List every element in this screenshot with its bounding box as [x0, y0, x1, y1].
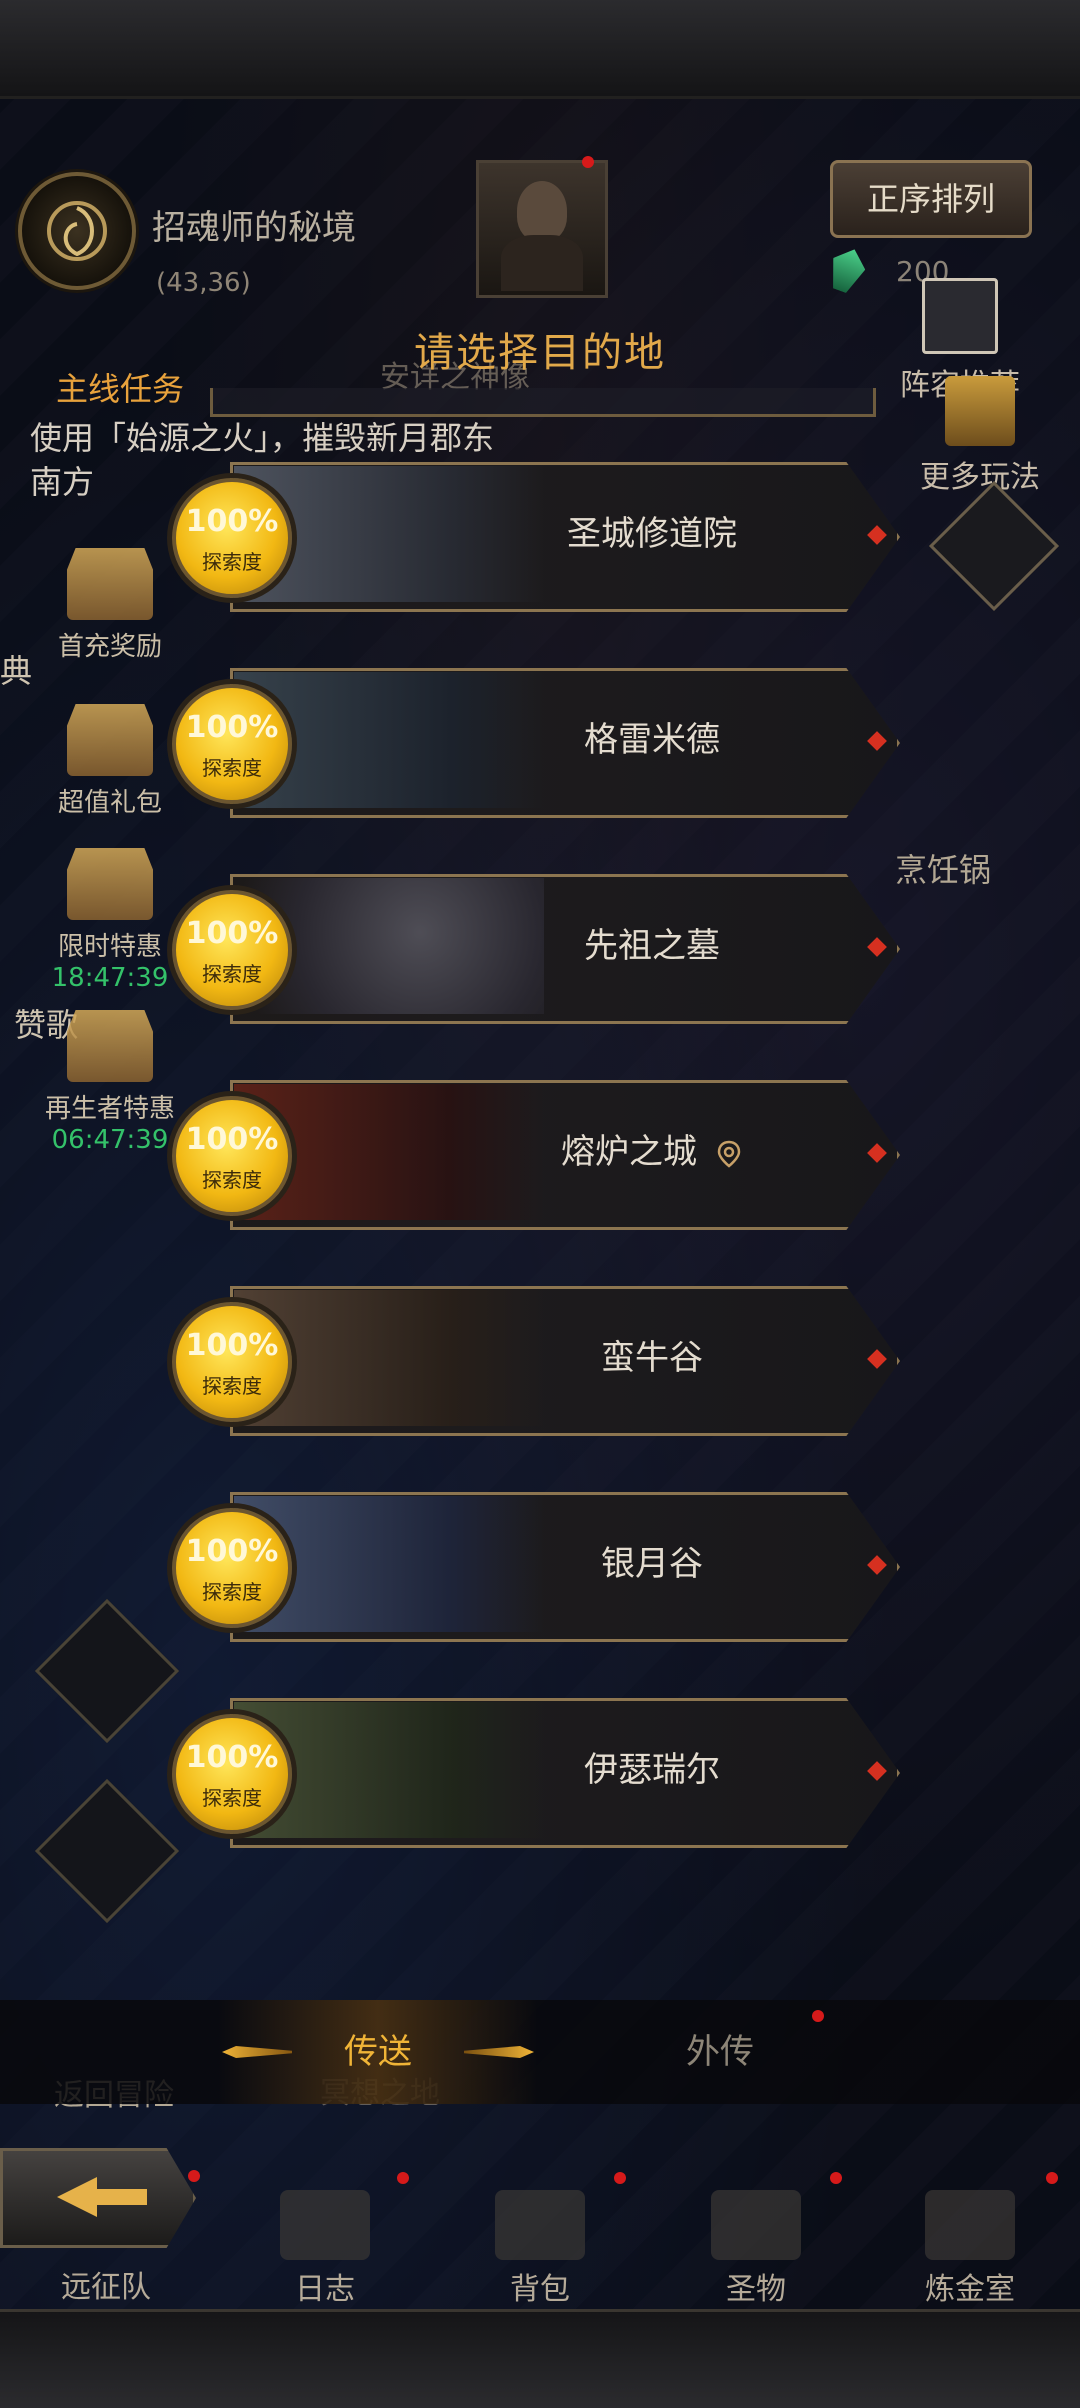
sort-order-button[interactable]: 正序排列: [830, 160, 1032, 238]
destination-name: 蛮牛谷: [601, 1338, 703, 1378]
limited-offer-button[interactable]: 限时特惠 18:47:39: [30, 848, 190, 993]
destination-item[interactable]: 格雷米德 100% 探索度: [172, 668, 900, 818]
relic-chalice-icon: [711, 2190, 801, 2260]
destination-name: 格雷米德: [584, 720, 720, 760]
dialog-tab-bar: 传送 外传: [0, 2000, 1080, 2104]
relic-notification-dot: [830, 2172, 842, 2184]
destination-item[interactable]: 银月谷 100% 探索度: [172, 1492, 900, 1642]
hero-portrait-avatar[interactable]: [476, 160, 608, 298]
exploration-percent: 100%: [185, 916, 279, 951]
journal-notification-dot: [397, 2172, 409, 2184]
location-pin-icon: [717, 1140, 741, 1168]
exploration-label: 探索度: [202, 1580, 262, 1604]
bottom-navigation: 远征队 日志 背包 圣物 炼金室: [0, 2150, 1080, 2310]
location-emblem-icon[interactable]: [18, 172, 136, 290]
exploration-badge: 100% 探索度: [172, 1714, 292, 1834]
exploration-badge: 100% 探索度: [172, 1096, 292, 1216]
limited-offer-timer: 18:47:39: [51, 963, 169, 993]
exploration-percent: 100%: [185, 1740, 279, 1775]
destination-name: 熔炉之城: [502, 1080, 802, 1224]
exploration-label: 探索度: [202, 550, 262, 574]
location-name: 招魂师的秘境: [152, 208, 356, 248]
nav-expedition[interactable]: 远征队: [6, 2262, 206, 2306]
exploration-badge: 100% 探索度: [172, 478, 292, 598]
more-play-label: 更多玩法: [920, 460, 1040, 495]
value-pack-button[interactable]: 超值礼包: [30, 704, 190, 819]
bottom-frame: [0, 2309, 1080, 2408]
nav-bag-label: 背包: [510, 2272, 570, 2307]
exploration-label: 探索度: [202, 1168, 262, 1192]
cooking-pot-label[interactable]: 烹饪锅: [895, 845, 991, 891]
exploration-percent: 100%: [185, 1328, 279, 1363]
reborn-offer-timer: 06:47:39: [51, 1125, 169, 1155]
alchemy-flask-icon: [925, 2190, 1015, 2260]
destination-item[interactable]: 先祖之墓 100% 探索度: [172, 874, 900, 1024]
nav-bag[interactable]: 背包: [440, 2190, 640, 2308]
exploration-badge: 100% 探索度: [172, 1302, 292, 1422]
reborn-offer-button[interactable]: 再生者特惠 06:47:39: [30, 1010, 190, 1155]
value-pack-label: 超值礼包: [57, 788, 162, 818]
exploration-percent: 100%: [185, 1122, 279, 1157]
main-quest-title[interactable]: 主线任务: [56, 364, 184, 410]
nav-journal-label: 日志: [295, 2272, 355, 2307]
top-frame: [0, 0, 1080, 99]
first-charge-button[interactable]: 首充奖励: [30, 548, 190, 663]
side-story-notification-dot: [812, 2010, 824, 2022]
nav-journal[interactable]: 日志: [225, 2190, 425, 2308]
destination-item[interactable]: 蛮牛谷 100% 探索度: [172, 1286, 900, 1436]
value-pack-icon: [67, 704, 153, 776]
bag-notification-dot: [614, 2172, 626, 2184]
destination-name: 银月谷: [601, 1544, 703, 1584]
bag-icon: [495, 2190, 585, 2260]
destination-item[interactable]: 熔炉之城 100% 探索度: [172, 1080, 900, 1230]
exploration-badge: 100% 探索度: [172, 890, 292, 1010]
gift-box-icon: [945, 376, 1015, 446]
exploration-badge: 100% 探索度: [172, 684, 292, 804]
reborn-offer-icon: [67, 1010, 153, 1082]
nav-alchemy[interactable]: 炼金室: [870, 2190, 1070, 2308]
destination-item[interactable]: 伊瑟瑞尔 100% 探索度: [172, 1698, 900, 1848]
nav-relic[interactable]: 圣物: [656, 2190, 856, 2308]
tab-side-story[interactable]: 外传: [600, 2000, 840, 2104]
exploration-percent: 100%: [185, 1534, 279, 1569]
exploration-percent: 100%: [185, 504, 279, 539]
exploration-badge: 100% 探索度: [172, 1508, 292, 1628]
exploration-label: 探索度: [202, 1374, 262, 1398]
alchemy-notification-dot: [1046, 2172, 1058, 2184]
more-play-button[interactable]: 更多玩法: [920, 376, 1040, 496]
destination-name: 圣城修道院: [567, 514, 737, 554]
nav-alchemy-label: 炼金室: [925, 2272, 1015, 2307]
exploration-percent: 100%: [185, 710, 279, 745]
destination-name: 伊瑟瑞尔: [584, 1750, 720, 1790]
reborn-offer-label: 再生者特惠: [44, 1094, 175, 1124]
nav-relic-label: 圣物: [726, 2272, 786, 2307]
journal-scroll-icon: [280, 2190, 370, 2260]
exploration-label: 探索度: [202, 962, 262, 986]
left-edge-text-1: 典: [0, 652, 33, 690]
nav-expedition-label: 远征队: [61, 2270, 151, 2305]
first-charge-label: 首充奖励: [57, 632, 162, 662]
portrait-notification-dot: [582, 156, 594, 168]
destination-name-text: 熔炉之城: [561, 1132, 697, 1172]
exploration-label: 探索度: [202, 1786, 262, 1810]
limited-offer-icon: [67, 848, 153, 920]
title-divider: [210, 388, 876, 417]
first-charge-gift-icon: [67, 548, 153, 620]
destination-name: 先祖之墓: [584, 926, 720, 966]
location-coordinates: (43,36): [156, 268, 251, 298]
destination-item[interactable]: 圣城修道院 100% 探索度: [172, 462, 900, 612]
limited-offer-label: 限时特惠: [57, 932, 162, 962]
exploration-label: 探索度: [202, 756, 262, 780]
